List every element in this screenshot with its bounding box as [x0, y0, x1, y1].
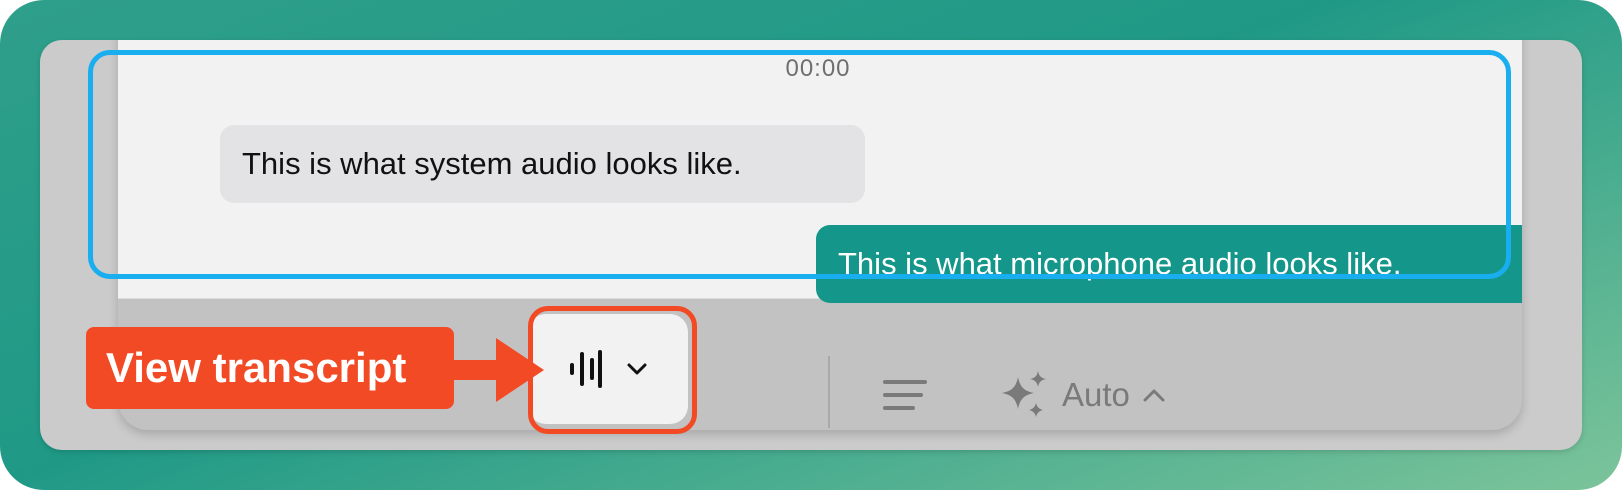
auto-mode-label: Auto: [1062, 376, 1130, 413]
transcript-button-highlight: [528, 306, 697, 434]
toolbar-divider: [828, 356, 830, 428]
chevron-up-icon: [1143, 389, 1165, 402]
align-button[interactable]: [878, 375, 932, 415]
sparkles-icon: [1002, 371, 1046, 417]
auto-mode-button[interactable]: Auto: [998, 367, 1166, 423]
transcript-highlight: [88, 50, 1511, 279]
view-transcript-callout: View transcript: [86, 327, 454, 409]
align-left-icon: [883, 380, 927, 410]
callout-arrow-icon: [450, 338, 544, 402]
screenshot-frame: 00:00 This is what system audio looks li…: [0, 0, 1622, 490]
